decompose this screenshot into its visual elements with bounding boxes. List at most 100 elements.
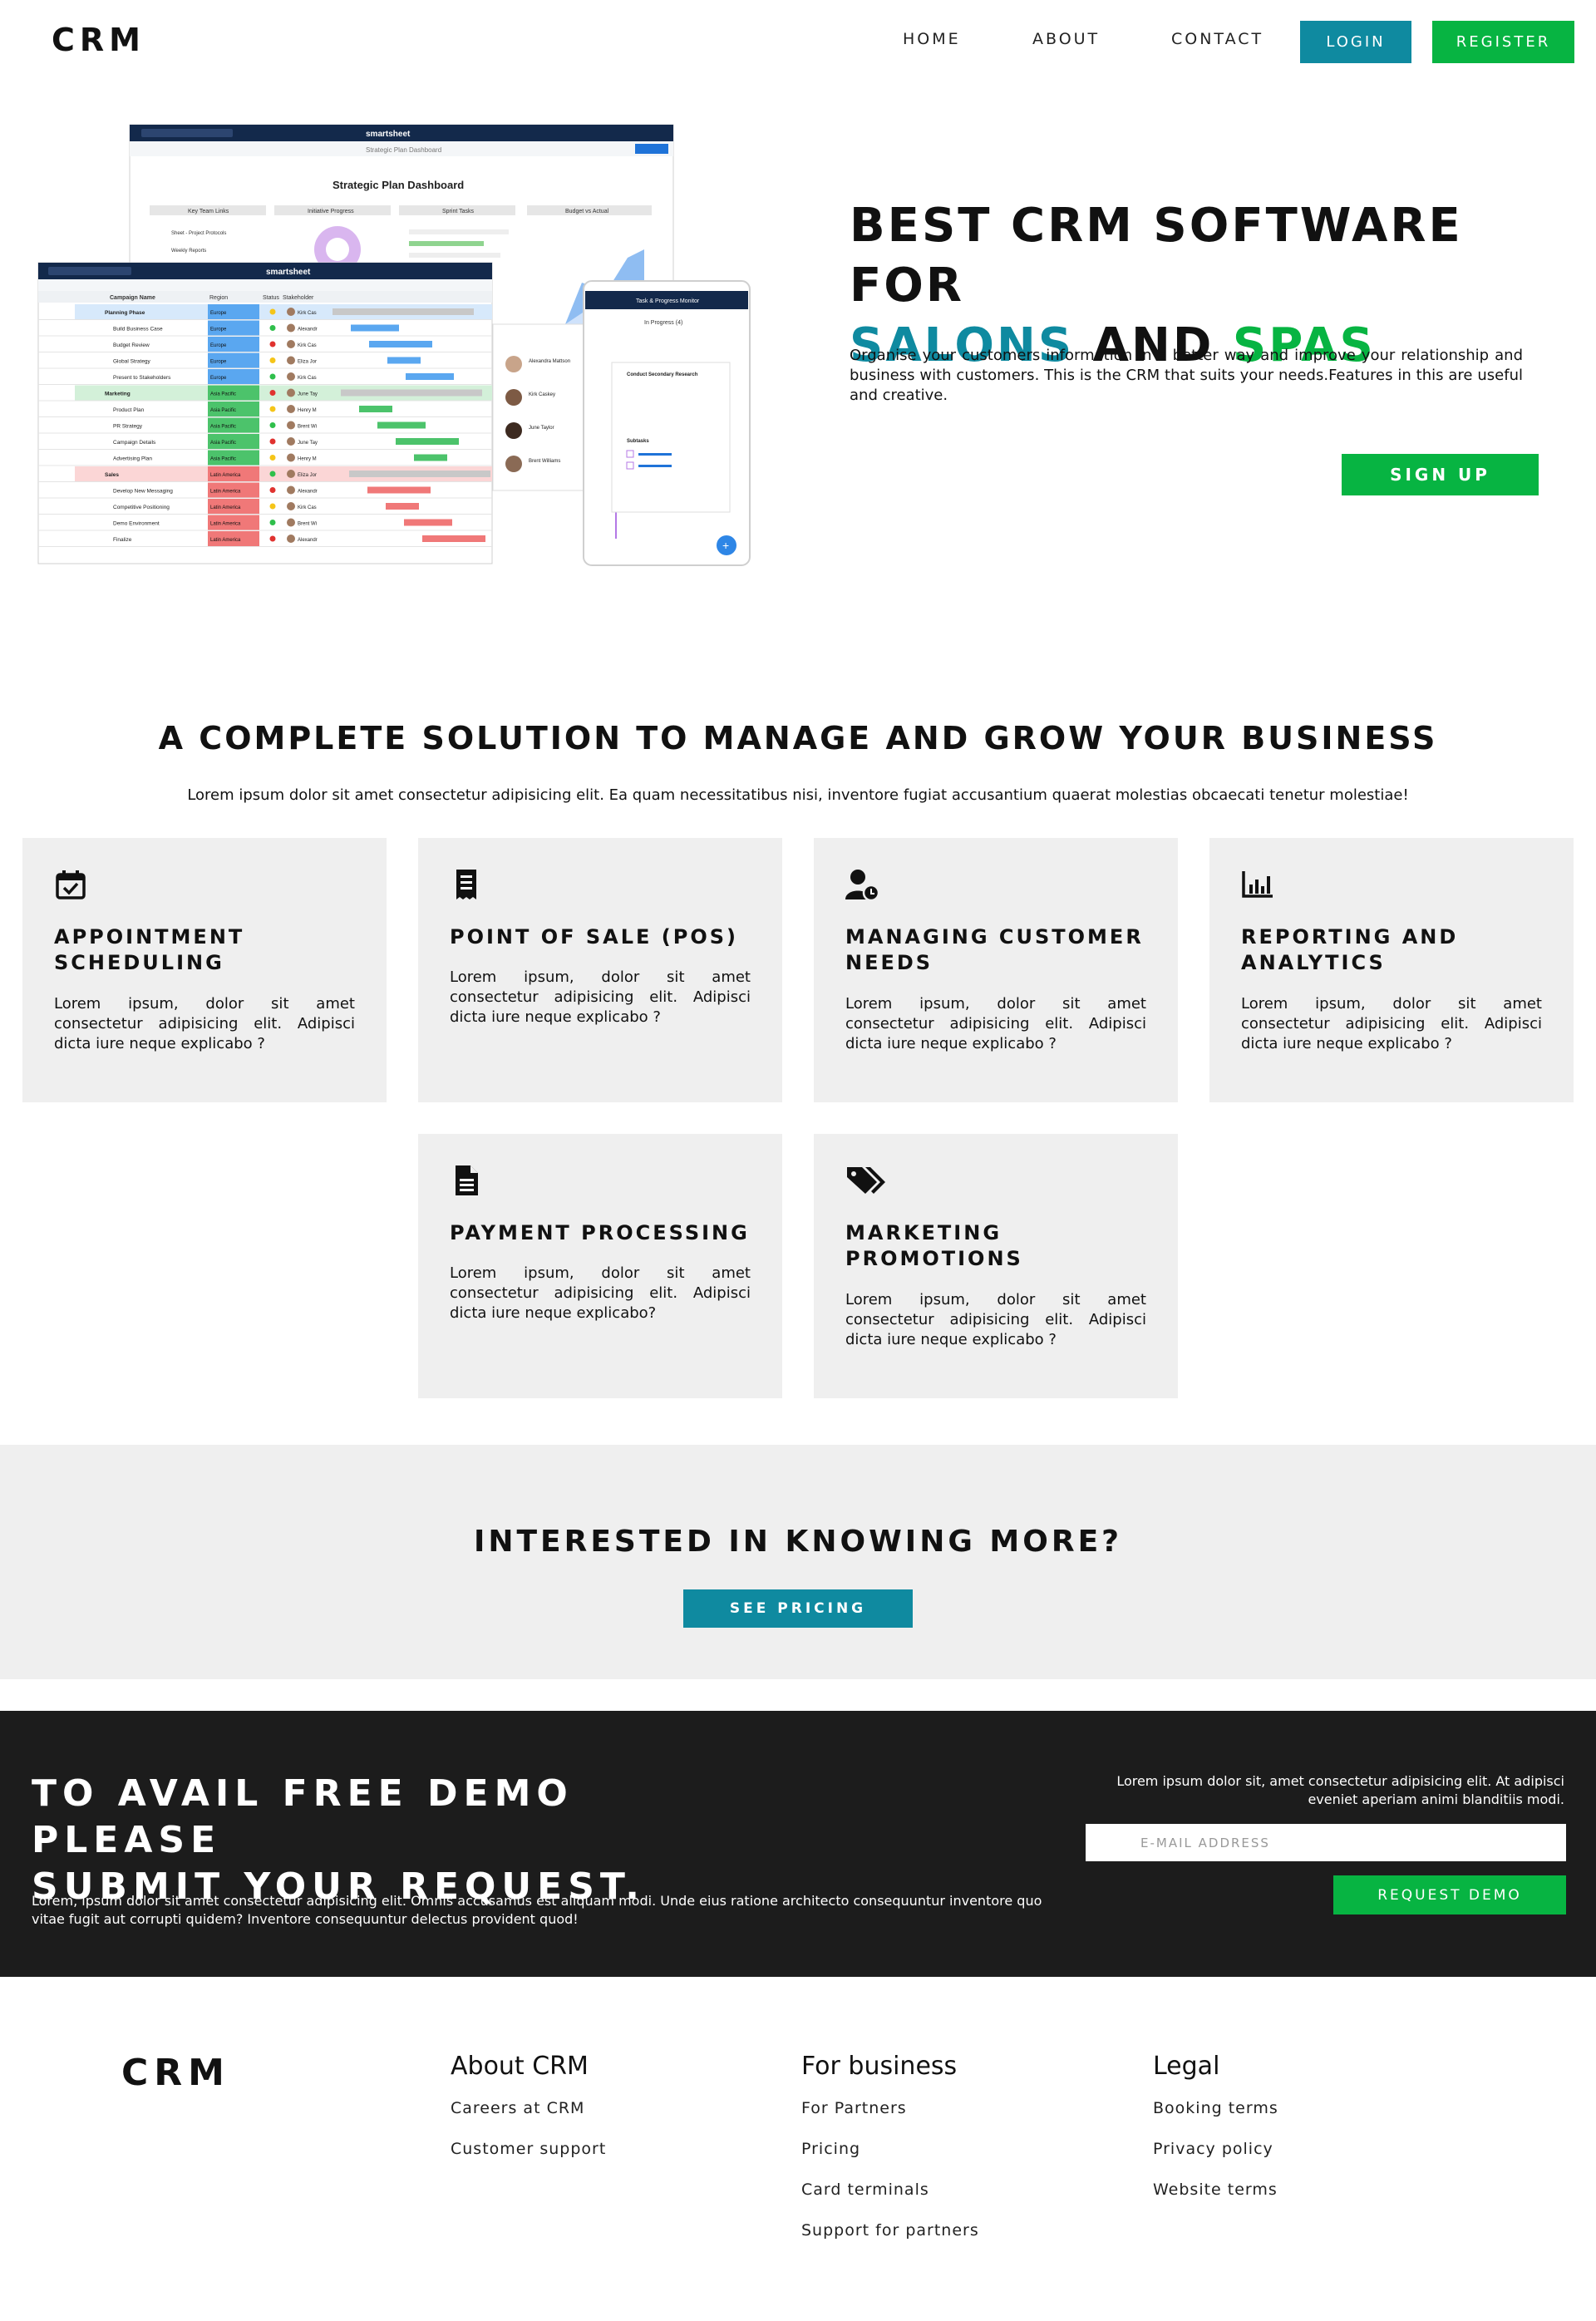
sheet-row-name: Develop New Messaging [113, 489, 173, 495]
footer-logo[interactable]: CRM [121, 2052, 230, 2094]
sheet-region-label: Latin America [210, 505, 241, 510]
sheet-row-line [38, 416, 492, 417]
calendar-check-icon [56, 870, 86, 899]
feature-card-payment: PAYMENT PROCESSING Lorem ipsum, dolor si… [418, 1134, 782, 1398]
product-screenshot: smartsheet Strategic Plan Dashboard Stra… [37, 124, 751, 566]
sheet-window: smartsheet Campaign Name Region Status S… [37, 262, 493, 564]
sheet-avatar [287, 535, 295, 543]
footer-link[interactable]: Booking terms [1153, 2099, 1452, 2140]
mockup-col-header: Region [209, 295, 228, 301]
footer-link[interactable]: Card terminals [801, 2181, 1101, 2221]
sheet-row-name: Present to Stakeholders [113, 375, 171, 381]
sign-up-button[interactable]: SIGN UP [1342, 454, 1539, 495]
sheet-avatar [287, 405, 295, 413]
sheet-status-dot [269, 455, 276, 461]
sheet-row-line [38, 384, 492, 385]
sheet-status-dot [269, 503, 276, 510]
login-button[interactable]: LOGIN [1300, 21, 1411, 63]
mockup-col-header: Stakeholder [283, 295, 314, 301]
feature-card-text: Lorem ipsum, dolor sit amet consectetur … [450, 1264, 751, 1322]
email-input[interactable]: E-MAIL ADDRESS [1086, 1824, 1566, 1861]
sheet-owner: Eliza Jor [298, 473, 317, 478]
feature-card-title: PAYMENT PROCESSING [450, 1221, 750, 1244]
mockup-dashboard-title: Strategic Plan Dashboard [332, 179, 464, 191]
footer-column-about: About CRM Careers at CRM Customer suppor… [451, 2052, 750, 2181]
demo-description: Lorem, ipsum dolor sit amet consectetur … [32, 1893, 1042, 1927]
sheet-avatar [287, 388, 295, 397]
mockup-panel-label: Sprint Tasks [442, 209, 474, 214]
sheet-region-label: Latin America [210, 522, 241, 527]
feature-card-text: Lorem ipsum, dolor sit amet consectetur … [450, 968, 751, 1026]
feature-card-title: MANAGING CUSTOMER NEEDS [845, 925, 1144, 974]
sheet-owner: Alexandr [298, 490, 318, 495]
nav-link-contact[interactable]: CONTACT [1171, 30, 1264, 48]
footer-link[interactable]: Careers at CRM [451, 2099, 750, 2140]
feature-card-marketing: MARKETING PROMOTIONS Lorem ipsum, dolor … [814, 1134, 1178, 1398]
sheet-avatar [287, 453, 295, 462]
sheet-owner: Brent Wi [298, 425, 317, 430]
feature-card-pos: POINT OF SALE (POS) Lorem ipsum, dolor s… [418, 838, 782, 1102]
sheet-owner: Kirk Cas [298, 311, 317, 316]
sheet-region-label: Latin America [210, 473, 241, 478]
gantt-bar [414, 454, 447, 461]
mockup-panel-label: Key Team Links [188, 209, 229, 214]
sheet-avatar [287, 470, 295, 478]
mobile-app: Task & Progress Monitor In Progress (4) … [583, 280, 751, 566]
demo-title-line1: TO AVAIL FREE DEMO PLEASE [32, 1772, 574, 1861]
register-button[interactable]: REGISTER [1432, 21, 1574, 63]
footer-column-business: For business For Partners Pricing Card t… [801, 2052, 1101, 2262]
feature-card-text: Lorem ipsum, dolor sit amet consectetur … [1241, 995, 1542, 1052]
gantt-bar [377, 421, 426, 429]
gantt-bar [422, 535, 485, 542]
sheet-owner: Kirk Cas [298, 343, 317, 348]
sheet-row-line [38, 497, 492, 499]
sheet-status-dot [269, 325, 276, 331]
sheet-row-name: Competitive Positioning [113, 505, 170, 510]
footer-link[interactable]: Customer support [451, 2140, 750, 2181]
sheet-row-name: Budget Review [113, 342, 150, 348]
sheet-row-line [38, 400, 492, 402]
sheet-region-label: Europe [210, 376, 227, 381]
feature-card-title: REPORTING AND ANALYTICS [1241, 925, 1459, 974]
footer-link[interactable]: Support for partners [801, 2221, 1101, 2262]
sheet-status-dot [269, 438, 276, 445]
feature-card-text: Lorem ipsum, dolor sit amet consectetur … [845, 1291, 1146, 1348]
see-pricing-button[interactable]: SEE PRICING [683, 1589, 913, 1628]
sheet-avatar [287, 518, 295, 527]
footer-column-legal: Legal Booking terms Privacy policy Websi… [1153, 2052, 1452, 2221]
sheet-region-label: Asia Pacific [210, 457, 236, 462]
gantt-bar [396, 438, 459, 445]
footer-link[interactable]: Privacy policy [1153, 2140, 1452, 2181]
request-demo-button[interactable]: REQUEST DEMO [1333, 1875, 1566, 1914]
sheet-row-name: Advertising Plan [113, 456, 152, 462]
svg-text:+: + [722, 539, 729, 552]
mockup-col-header: Campaign Name [110, 295, 155, 301]
gantt-bar [341, 389, 482, 397]
sheet-avatar [287, 372, 295, 381]
gantt-bar [369, 341, 432, 347]
sheet-region-label: Asia Pacific [210, 392, 236, 397]
sheet-region-label: Europe [210, 360, 227, 365]
logo[interactable]: CRM [52, 22, 145, 58]
hero-description: Organise your customers information in a… [850, 347, 1523, 404]
receipt-icon [456, 870, 476, 899]
sheet-row-line [38, 514, 492, 515]
sheet-owner: Alexandr [298, 328, 318, 333]
gantt-bar [386, 503, 419, 510]
sheet-owner: Alexandr [298, 538, 318, 543]
feature-card-customer-needs: MANAGING CUSTOMER NEEDS Lorem ipsum, dol… [814, 838, 1178, 1102]
sheet-row-line [38, 432, 492, 434]
sheet-avatar [287, 308, 295, 316]
nav-link-about[interactable]: ABOUT [1032, 30, 1100, 48]
mockup-col-header: Status [263, 295, 279, 301]
mockup-mobile-header: Task & Progress Monitor [636, 298, 700, 304]
tags-icon [847, 1167, 885, 1194]
footer-link[interactable]: For Partners [801, 2099, 1101, 2140]
footer-link[interactable]: Website terms [1153, 2181, 1452, 2221]
footer-link[interactable]: Pricing [801, 2140, 1101, 2181]
feature-card-appointment: APPOINTMENT SCHEDULING Lorem ipsum, dolo… [22, 838, 387, 1102]
sheet-region-label: Asia Pacific [210, 408, 236, 413]
sheet-row-line [38, 319, 492, 320]
mockup-link: Sheet - Project Protocols [171, 231, 226, 236]
nav-link-home[interactable]: HOME [903, 30, 961, 48]
